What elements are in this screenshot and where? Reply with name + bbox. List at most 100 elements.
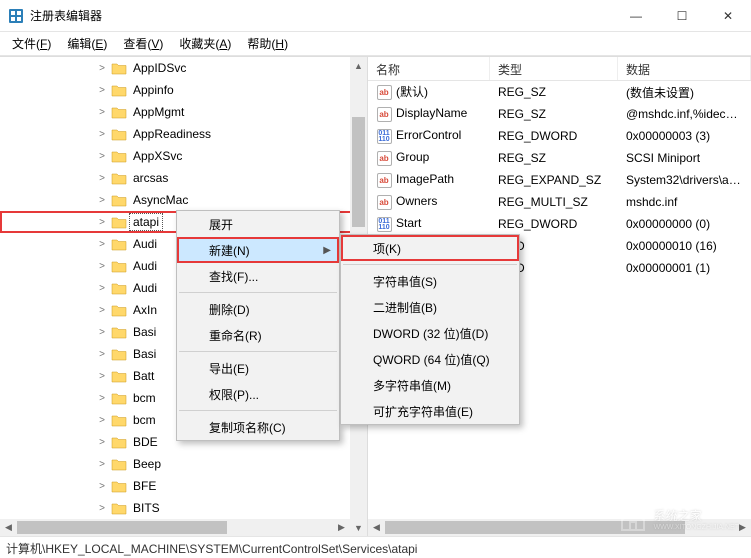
tree-hscroll-thumb[interactable] <box>17 521 227 534</box>
submenu-item[interactable]: 多字符串值(M) <box>341 372 519 398</box>
cell-name: abDisplayName <box>368 104 490 124</box>
folder-icon <box>111 128 127 141</box>
folder-icon <box>111 502 127 515</box>
submenu-item[interactable]: DWORD (32 位)值(D) <box>341 320 519 346</box>
list-row[interactable]: ab(默认)REG_SZ(数值未设置) <box>368 81 751 103</box>
list-row[interactable]: abGroupREG_SZSCSI Miniport <box>368 147 751 169</box>
list-hscroll-thumb[interactable] <box>385 521 685 534</box>
menu-item-label: DWORD (32 位)值(D) <box>373 325 488 342</box>
expander-icon[interactable]: > <box>96 217 108 228</box>
menu-f[interactable]: 文件(F) <box>4 32 59 55</box>
tree-item[interactable]: >Beep <box>0 453 367 475</box>
tree-item-label: AppIDSvc <box>130 60 189 76</box>
tree-item[interactable]: >Appinfo <box>0 79 367 101</box>
column-type[interactable]: 类型 <box>490 57 618 80</box>
expander-icon[interactable]: > <box>96 239 108 250</box>
scroll-left-icon[interactable]: ◀ <box>0 519 17 536</box>
menu-v[interactable]: 查看(V) <box>115 32 171 55</box>
folder-icon <box>111 392 127 405</box>
expander-icon[interactable]: > <box>96 503 108 514</box>
column-name[interactable]: 名称 <box>368 57 490 80</box>
folder-icon <box>111 172 127 185</box>
expander-icon[interactable]: > <box>96 349 108 360</box>
tree-item[interactable]: >AppXSvc <box>0 145 367 167</box>
expander-icon[interactable]: > <box>96 85 108 96</box>
cell-data: (数值未设置) <box>618 82 751 103</box>
expander-icon[interactable]: > <box>96 459 108 470</box>
expander-icon[interactable]: > <box>96 173 108 184</box>
column-data[interactable]: 数据 <box>618 57 751 80</box>
submenu-item[interactable]: 字符串值(S) <box>341 268 519 294</box>
expander-icon[interactable]: > <box>96 63 108 74</box>
expander-icon[interactable]: > <box>96 195 108 206</box>
context-menu-item[interactable]: 查找(F)... <box>177 263 339 289</box>
expander-icon[interactable]: > <box>96 437 108 448</box>
context-menu-item[interactable]: 导出(E) <box>177 355 339 381</box>
folder-icon <box>111 370 127 383</box>
menu-item-label: 新建(N) <box>209 242 250 259</box>
titlebar: 注册表编辑器 — ☐ ✕ <box>0 0 751 32</box>
menu-separator <box>179 410 337 411</box>
statusbar: 计算机\HKEY_LOCAL_MACHINE\SYSTEM\CurrentCon… <box>0 536 751 558</box>
expander-icon[interactable]: > <box>96 415 108 426</box>
tree-item[interactable]: > AppIDSvc <box>0 57 367 79</box>
tree-hscrollbar[interactable]: ◀ ▶ <box>0 519 350 536</box>
menu-a[interactable]: 收藏夹(A) <box>171 32 239 55</box>
tree-item[interactable]: >AppReadiness <box>0 123 367 145</box>
context-menu-item[interactable]: 展开 <box>177 211 339 237</box>
tree-item[interactable]: > BFE <box>0 475 367 497</box>
expander-icon[interactable]: > <box>96 129 108 140</box>
expander-icon[interactable]: > <box>96 327 108 338</box>
tree-item[interactable]: >AppMgmt <box>0 101 367 123</box>
expander-icon[interactable]: > <box>96 107 108 118</box>
submenu-item[interactable]: 项(K) <box>341 235 519 261</box>
expander-icon[interactable]: > <box>96 283 108 294</box>
submenu-item[interactable]: QWORD (64 位)值(Q) <box>341 346 519 372</box>
menu-item-label: 复制项名称(C) <box>209 419 286 436</box>
expander-icon[interactable]: > <box>96 151 108 162</box>
cell-type: REG_SZ <box>490 83 618 101</box>
expander-icon[interactable]: > <box>96 371 108 382</box>
context-menu-item[interactable]: 删除(D) <box>177 296 339 322</box>
submenu-item[interactable]: 可扩充字符串值(E) <box>341 398 519 424</box>
menu-e[interactable]: 编辑(E) <box>59 32 115 55</box>
cell-name: abImagePath <box>368 170 490 190</box>
scroll-down-icon[interactable]: ▼ <box>350 519 367 536</box>
close-button[interactable]: ✕ <box>705 0 751 32</box>
expander-icon[interactable]: > <box>96 393 108 404</box>
tree-item[interactable]: >BITS <box>0 497 367 519</box>
cell-name: abGroup <box>368 148 490 168</box>
tree-item[interactable]: >AsyncMac <box>0 189 367 211</box>
scroll-right-icon[interactable]: ▶ <box>734 519 751 536</box>
scroll-right-icon[interactable]: ▶ <box>333 519 350 536</box>
list-header: 名称 类型 数据 <box>368 57 751 81</box>
context-menu-item[interactable]: 重命名(R) <box>177 322 339 348</box>
submenu-item[interactable]: 二进制值(B) <box>341 294 519 320</box>
list-hscrollbar[interactable]: ◀ ▶ <box>368 519 751 536</box>
context-menu-item[interactable]: 权限(P)... <box>177 381 339 407</box>
tree-item-label: Audi <box>130 236 160 252</box>
list-row[interactable]: 011110ErrorControlREG_DWORD0x00000003 (3… <box>368 125 751 147</box>
context-menu-item[interactable]: 复制项名称(C) <box>177 414 339 440</box>
cell-type: REG_SZ <box>490 105 618 123</box>
cell-data: System32\drivers\ata... <box>618 171 751 189</box>
expander-icon[interactable]: > <box>96 305 108 316</box>
context-menu-item[interactable]: 新建(N)▶ <box>177 237 339 263</box>
scroll-left-icon[interactable]: ◀ <box>368 519 385 536</box>
minimize-button[interactable]: — <box>613 0 659 32</box>
tree-item-label: BFE <box>130 478 159 494</box>
tree-item-label: atapi <box>130 214 162 230</box>
cell-name: abOwners <box>368 192 490 212</box>
folder-icon <box>111 84 127 97</box>
expander-icon[interactable]: > <box>96 261 108 272</box>
menu-h[interactable]: 帮助(H) <box>239 32 296 55</box>
tree-item[interactable]: >arcsas <box>0 167 367 189</box>
list-row[interactable]: abOwnersREG_MULTI_SZmshdc.inf <box>368 191 751 213</box>
list-row[interactable]: abDisplayNameREG_SZ@mshdc.inf,%idechan..… <box>368 103 751 125</box>
maximize-button[interactable]: ☐ <box>659 0 705 32</box>
list-row[interactable]: abImagePathREG_EXPAND_SZSystem32\drivers… <box>368 169 751 191</box>
tree-vscroll-thumb[interactable] <box>352 117 365 227</box>
list-row[interactable]: 011110StartREG_DWORD0x00000000 (0) <box>368 213 751 235</box>
scroll-up-icon[interactable]: ▲ <box>350 57 367 74</box>
expander-icon[interactable]: > <box>96 481 108 492</box>
